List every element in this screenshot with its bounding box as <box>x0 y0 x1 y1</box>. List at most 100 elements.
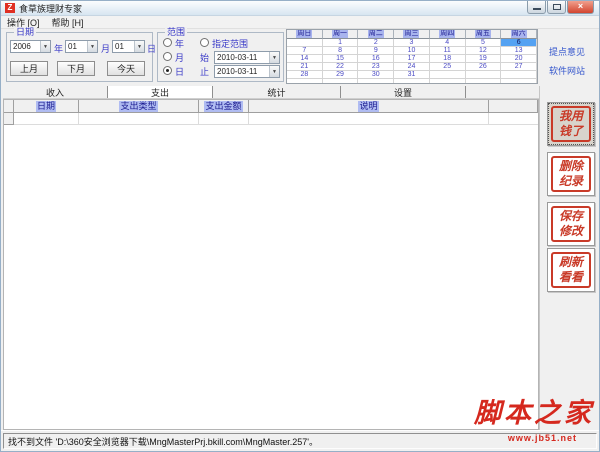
maximize-icon <box>553 4 561 10</box>
calendar-day[interactable]: 28 <box>287 71 323 79</box>
feedback-link[interactable]: 提点意见 <box>549 45 585 58</box>
cell-type <box>79 113 199 125</box>
seal-frame: 我用 钱了 <box>551 106 591 142</box>
range-year-radio[interactable] <box>163 38 172 47</box>
table-header-row: 日期 支出类型 支出金额 说明 <box>4 100 538 113</box>
column-header-date: 日期 <box>14 100 79 113</box>
range-month-label: 月 <box>175 53 185 63</box>
minimize-button[interactable] <box>527 1 546 14</box>
maximize-button[interactable] <box>547 1 566 14</box>
window-controls: × <box>526 1 594 14</box>
save-changes-button[interactable]: 保存 修改 <box>547 202 595 246</box>
tab-statistics[interactable]: 统计 <box>213 86 341 98</box>
seal-text: 保存 <box>558 209 583 223</box>
cell-date <box>14 113 79 125</box>
month-value: 01 <box>68 42 77 51</box>
column-header-amount: 支出金额 <box>199 100 249 113</box>
month-select[interactable]: 01 ▼ <box>65 40 98 53</box>
title-bar: Z 食草族理财专家 <box>1 1 599 16</box>
start-date-select[interactable]: 2010-03-11 ▼ <box>214 51 280 64</box>
window-title: 食草族理财专家 <box>19 3 83 14</box>
range-day-radio[interactable] <box>163 66 172 75</box>
range-groupbox: 范围 年 指定范围 月 始 2010-03-11 ▼ 日 止 2010-03-1… <box>157 27 284 82</box>
calendar-day[interactable] <box>501 71 537 79</box>
next-month-button[interactable]: 下月 <box>57 61 95 76</box>
app-window: Z 食草族理财专家 × 操作 [O] 帮助 [H] 日期 2006 ▼ 年 01… <box>0 0 600 452</box>
chevron-down-icon[interactable]: ▼ <box>134 41 144 52</box>
tab-expense[interactable]: 支出 <box>108 86 213 98</box>
range-custom-label: 指定范围 <box>212 39 249 49</box>
start-date-value: 2010-03-11 <box>217 53 258 62</box>
chevron-down-icon[interactable]: ▼ <box>269 52 279 63</box>
seal-text: 纪录 <box>558 174 583 188</box>
calendar-day <box>323 79 359 83</box>
year-unit-label: 年 <box>54 44 64 54</box>
year-select[interactable]: 2006 ▼ <box>10 40 51 53</box>
refresh-view-button[interactable]: 刷新 看看 <box>547 248 595 292</box>
seal-text: 我用 <box>558 109 583 123</box>
date-groupbox-label: 日期 <box>14 27 37 38</box>
chevron-down-icon[interactable]: ▼ <box>40 41 50 52</box>
calendar-day[interactable] <box>465 71 502 79</box>
calendar-day <box>287 79 323 83</box>
seal-frame: 刷新 看看 <box>551 252 591 288</box>
end-date-select[interactable]: 2010-03-11 ▼ <box>214 65 280 78</box>
expense-table: 日期 支出类型 支出金额 说明 <box>3 99 539 430</box>
calendar-day <box>430 79 466 83</box>
chevron-down-icon[interactable]: ▼ <box>269 66 279 77</box>
calendar-day[interactable]: 29 <box>322 71 359 79</box>
close-button[interactable]: × <box>567 1 594 14</box>
menu-help[interactable]: 帮助 [H] <box>46 16 90 29</box>
calendar-day <box>394 79 430 83</box>
calendar-day[interactable]: 25 <box>429 63 466 71</box>
day-value: 01 <box>115 42 124 51</box>
watermark-text: 脚本之家 <box>474 398 594 429</box>
column-header-type: 支出类型 <box>79 100 199 113</box>
seal-text: 删除 <box>558 159 583 173</box>
day-select[interactable]: 01 ▼ <box>112 40 145 53</box>
cell-description <box>249 113 489 125</box>
website-link[interactable]: 软件网站 <box>549 64 585 77</box>
range-month-radio[interactable] <box>163 52 172 61</box>
seal-frame: 保存 修改 <box>551 206 591 242</box>
seal-text: 刷新 <box>558 255 583 269</box>
prev-month-button[interactable]: 上月 <box>10 61 48 76</box>
watermark-url: www.jb51.net <box>507 433 577 443</box>
seal-frame: 删除 纪录 <box>551 156 591 192</box>
table-row[interactable] <box>4 113 538 125</box>
calendar-day <box>358 79 395 83</box>
cell-filler <box>489 113 538 125</box>
calendar-day[interactable]: 31 <box>394 71 430 79</box>
end-date-value: 2010-03-11 <box>217 67 258 76</box>
cell-amount <box>199 113 249 125</box>
tab-filler <box>466 86 539 98</box>
seal-text: 修改 <box>558 224 583 238</box>
end-label: 止 <box>200 67 210 77</box>
action-panel: 我用 钱了 删除 纪录 保存 修改 刷新 看看 <box>539 86 599 430</box>
today-button[interactable]: 今天 <box>107 61 145 76</box>
calendar: 周日 周一 周二 周三 周四 周五 周六 1 2 3 4 5 6 7 8 9 1… <box>286 29 538 84</box>
column-header-filler <box>489 100 538 113</box>
year-value: 2006 <box>13 42 31 51</box>
calendar-header-sun: 周日 <box>287 30 323 39</box>
tab-income[interactable]: 收入 <box>3 86 108 98</box>
delete-record-button[interactable]: 删除 纪录 <box>547 152 595 196</box>
calendar-day[interactable] <box>429 71 466 79</box>
menu-bar: 操作 [O] 帮助 [H] <box>1 16 599 29</box>
calendar-day[interactable]: 26 <box>465 63 502 71</box>
spend-money-button[interactable]: 我用 钱了 <box>547 102 595 146</box>
range-custom-radio[interactable] <box>200 38 209 47</box>
tab-strip: 收入 支出 统计 设置 <box>3 86 539 99</box>
month-unit-label: 月 <box>101 44 111 54</box>
calendar-day[interactable]: 27 <box>501 63 537 71</box>
seal-text: 钱了 <box>558 124 583 138</box>
range-year-label: 年 <box>175 39 185 49</box>
minimize-icon <box>533 8 541 10</box>
date-groupbox: 日期 2006 ▼ 年 01 ▼ 月 01 ▼ 日 上月 下月 今天 <box>6 27 156 82</box>
tab-settings[interactable]: 设置 <box>341 86 466 98</box>
calendar-day[interactable]: 30 <box>358 71 395 79</box>
range-day-label: 日 <box>175 67 185 77</box>
calendar-day <box>466 79 502 83</box>
row-selector-cell[interactable] <box>4 113 14 125</box>
chevron-down-icon[interactable]: ▼ <box>87 41 97 52</box>
